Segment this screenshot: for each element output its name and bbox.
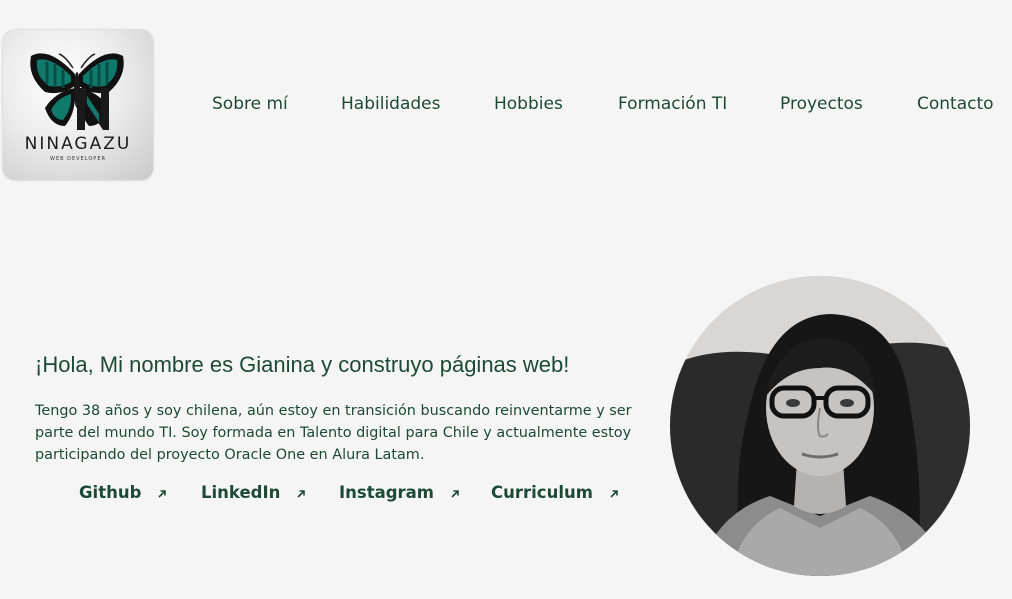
profile-photo bbox=[670, 276, 970, 576]
instagram-link-label: Instagram bbox=[339, 483, 435, 502]
page: NINAGAZU WEB DEVELOPER Sobre mí Habilida… bbox=[0, 0, 1012, 599]
nav-item-hobbies[interactable]: Hobbies bbox=[494, 94, 563, 114]
linkedin-link-label: LinkedIn bbox=[201, 483, 281, 502]
nav-item-habilidades[interactable]: Habilidades bbox=[341, 94, 440, 114]
instagram-link[interactable]: Instagram bbox=[339, 483, 460, 502]
logo-name: NINAGAZU bbox=[24, 134, 132, 154]
external-arrow-icon bbox=[451, 489, 459, 498]
logo[interactable]: NINAGAZU WEB DEVELOPER bbox=[3, 30, 153, 180]
hero-description: Tengo 38 años y soy chilena, aún estoy e… bbox=[35, 403, 632, 463]
external-arrow-icon bbox=[158, 489, 166, 498]
nav-item-contacto[interactable]: Contacto bbox=[917, 94, 994, 114]
github-link-label: Github bbox=[79, 483, 142, 502]
curriculum-link-label: Curriculum bbox=[491, 483, 593, 502]
hero-title: ¡Hola, Mi nombre es Gianina y construyo … bbox=[35, 352, 570, 377]
nav-item-proyectos[interactable]: Proyectos bbox=[780, 94, 863, 114]
logo-subtitle: WEB DEVELOPER bbox=[50, 156, 106, 162]
nav-item-formacion-ti[interactable]: Formación TI bbox=[618, 94, 727, 114]
external-arrow-icon bbox=[610, 489, 618, 498]
nav-item-sobre-mi[interactable]: Sobre mí bbox=[212, 94, 288, 114]
external-arrow-icon bbox=[297, 489, 305, 498]
github-link[interactable]: Github bbox=[79, 483, 167, 502]
linkedin-link[interactable]: LinkedIn bbox=[201, 483, 306, 502]
curriculum-link[interactable]: Curriculum bbox=[491, 483, 619, 502]
